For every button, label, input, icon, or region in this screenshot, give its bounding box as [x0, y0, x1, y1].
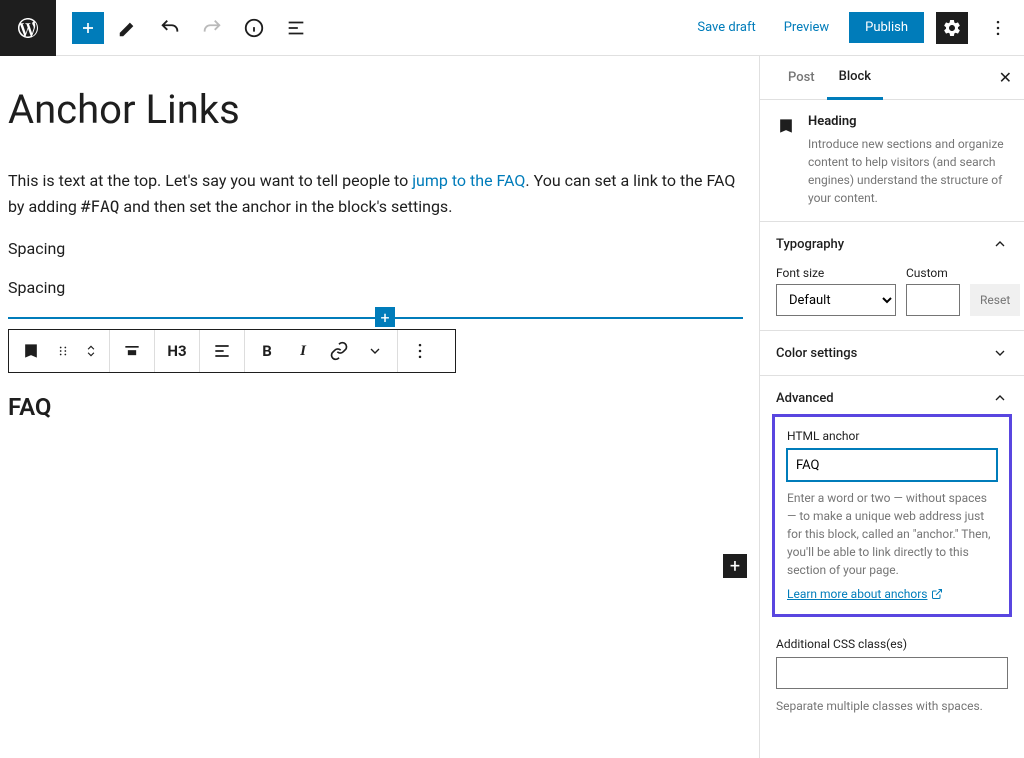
color-settings-toggle[interactable]: Color settings [776, 345, 1008, 361]
chevron-down-icon [992, 345, 1008, 361]
inline-add-button[interactable]: + [375, 307, 395, 327]
anchor-help-text: Enter a word or two — without spaces — t… [787, 489, 997, 579]
preview-link[interactable]: Preview [776, 12, 837, 43]
custom-label: Custom [906, 266, 960, 280]
css-classes-field: Additional CSS class(es) Separate multip… [760, 625, 1024, 727]
css-help-text: Separate multiple classes with spaces. [776, 697, 1008, 715]
heading-icon [776, 116, 796, 136]
editor-canvas[interactable]: Anchor Links This is text at the top. Le… [0, 56, 759, 758]
typography-toggle[interactable]: Typography [776, 236, 1008, 252]
outline-icon[interactable] [278, 10, 314, 46]
heading-type-icon[interactable] [13, 333, 49, 369]
add-block-button[interactable] [72, 12, 104, 44]
toolbar-left [56, 10, 314, 46]
font-size-label: Font size [776, 266, 896, 280]
css-label: Additional CSS class(es) [776, 637, 1008, 651]
font-size-select[interactable]: Default [776, 284, 896, 316]
sidebar-tabs: Post Block ✕ [760, 56, 1024, 100]
block-name: Heading [808, 114, 1008, 129]
more-options-icon[interactable] [980, 10, 1016, 46]
para-code: #FAQ [81, 197, 120, 216]
italic-button[interactable]: I [285, 333, 321, 369]
section-title: Advanced [776, 391, 834, 406]
add-block-square-button[interactable]: + [723, 554, 747, 578]
faq-link[interactable]: jump to the FAQ [412, 171, 525, 190]
align-icon[interactable] [114, 333, 150, 369]
reset-button[interactable]: Reset [970, 284, 1020, 316]
paragraph-block[interactable]: This is text at the top. Let's say you w… [8, 168, 738, 219]
section-title: Color settings [776, 346, 857, 361]
css-classes-input[interactable] [776, 657, 1008, 689]
external-link-icon [931, 588, 943, 600]
spacing-text[interactable]: Spacing [8, 239, 751, 258]
para-text: This is text at the top. Let's say you w… [8, 171, 412, 190]
chevron-down-icon[interactable] [357, 333, 393, 369]
info-icon[interactable] [236, 10, 272, 46]
bold-button[interactable]: B [249, 333, 285, 369]
block-info-section: Heading Introduce new sections and organ… [760, 100, 1024, 222]
chevron-up-icon [992, 236, 1008, 252]
undo-icon[interactable] [152, 10, 188, 46]
post-title[interactable]: Anchor Links [8, 86, 751, 133]
text-align-icon[interactable] [204, 333, 240, 369]
advanced-section: Advanced [760, 376, 1024, 406]
heading-block[interactable]: FAQ [8, 393, 751, 421]
spacing-text[interactable]: Spacing [8, 278, 751, 297]
anchor-label: HTML anchor [787, 429, 997, 443]
html-anchor-highlight: HTML anchor Enter a word or two — withou… [772, 414, 1012, 617]
publish-button[interactable]: Publish [849, 12, 924, 43]
block-description: Introduce new sections and organize cont… [808, 135, 1008, 207]
tab-post[interactable]: Post [776, 56, 827, 100]
custom-size-input[interactable] [906, 284, 960, 316]
link-text: Learn more about anchors [787, 587, 927, 601]
block-toolbar: H3 B I [8, 329, 456, 373]
move-arrows-icon[interactable] [77, 333, 105, 369]
advanced-toggle[interactable]: Advanced [776, 390, 1008, 406]
save-draft-link[interactable]: Save draft [689, 12, 763, 43]
block-more-icon[interactable] [402, 333, 438, 369]
para-text: and then set the anchor in the block's s… [119, 197, 452, 216]
section-title: Typography [776, 237, 844, 252]
typography-section: Typography Font size Default Custom Rese… [760, 222, 1024, 331]
edit-mode-icon[interactable] [110, 10, 146, 46]
drag-handle-icon[interactable] [49, 333, 77, 369]
settings-sidebar: Post Block ✕ Heading Introduce new secti… [759, 56, 1024, 758]
heading-level-button[interactable]: H3 [159, 333, 195, 369]
color-settings-section: Color settings [760, 331, 1024, 376]
learn-more-link[interactable]: Learn more about anchors [787, 587, 943, 601]
tab-block[interactable]: Block [827, 56, 883, 100]
wordpress-logo[interactable] [0, 0, 56, 56]
anchor-input[interactable] [787, 449, 997, 481]
link-button[interactable] [321, 333, 357, 369]
top-toolbar: Save draft Preview Publish [0, 0, 1024, 56]
settings-button[interactable] [936, 12, 968, 44]
toolbar-right: Save draft Preview Publish [689, 10, 1016, 46]
close-sidebar-icon[interactable]: ✕ [999, 68, 1012, 87]
main-area: Anchor Links This is text at the top. Le… [0, 56, 1024, 758]
block-insert-line: + [8, 317, 751, 319]
chevron-up-icon [992, 390, 1008, 406]
redo-icon[interactable] [194, 10, 230, 46]
